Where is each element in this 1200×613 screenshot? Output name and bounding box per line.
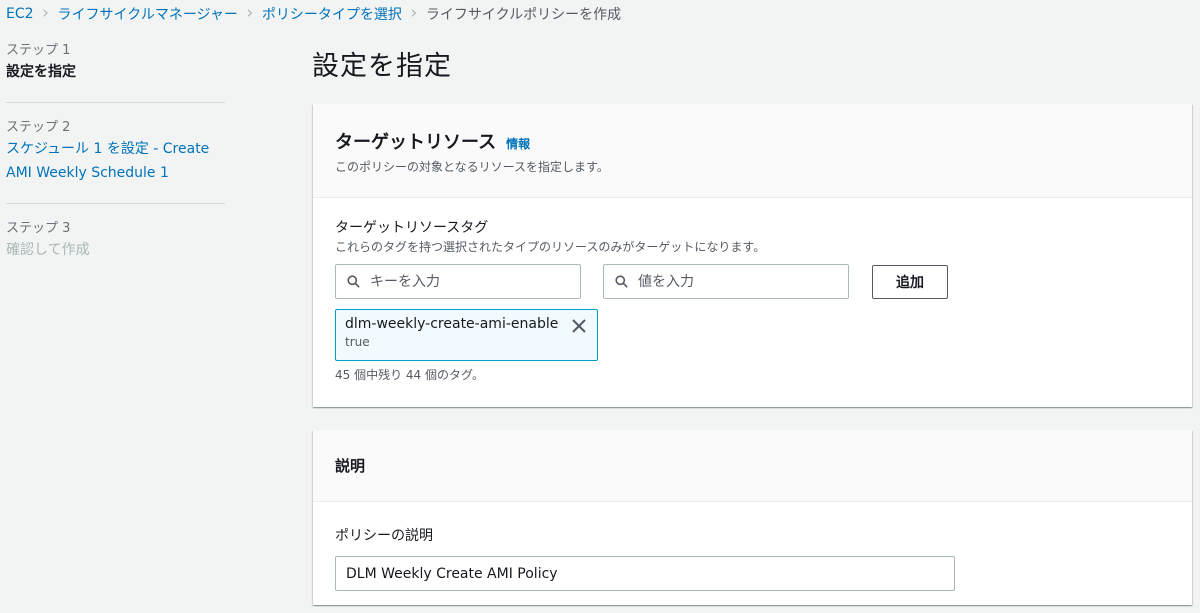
target-resources-panel: ターゲットリソース 情報 このポリシーの対象となるリソースを指定します。 ターゲ…: [313, 104, 1192, 407]
breadcrumb-select-policy-type[interactable]: ポリシータイプを選択: [262, 4, 402, 24]
search-icon: [347, 275, 360, 288]
panel-body: ポリシーの説明: [313, 502, 1192, 591]
panel-title: 説明: [335, 457, 366, 475]
wizard-step-3: ステップ 3 確認して作成: [6, 203, 225, 280]
step-number: ステップ 2: [6, 120, 71, 135]
wizard-step-2: ステップ 2 スケジュール 1 を設定 - Create AMI Weekly …: [6, 102, 225, 203]
chevron-right-icon: ›: [42, 3, 49, 23]
breadcrumb-create-policy: ライフサイクルポリシーを作成: [425, 7, 622, 23]
info-link[interactable]: 情報: [506, 135, 530, 152]
search-icon: [615, 275, 628, 288]
tag-key-search: [335, 264, 581, 299]
step-title: 確認して作成: [6, 242, 90, 258]
field-label: ターゲットリソースタグ: [335, 220, 489, 236]
wizard-step-1: ステップ 1 設定を指定: [6, 42, 225, 102]
breadcrumb-ec2[interactable]: EC2: [6, 6, 34, 22]
panel-header: 説明: [313, 430, 1192, 502]
close-icon[interactable]: [569, 316, 589, 336]
panel-header: ターゲットリソース 情報 このポリシーの対象となるリソースを指定します。: [313, 104, 1192, 198]
step-number: ステップ 3: [6, 221, 71, 236]
field-description: これらのタグを持つ選択されたタイプのリソースのみがターゲットになります。: [335, 240, 766, 254]
add-tag-button[interactable]: 追加: [872, 264, 948, 299]
page-title: 設定を指定: [312, 51, 452, 82]
tag-count-text: 45 個中残り 44 個のタグ。: [335, 368, 485, 382]
field-label: ポリシーの説明: [335, 528, 433, 544]
breadcrumb-lifecycle-manager[interactable]: ライフサイクルマネージャー: [58, 4, 238, 24]
panel-body: ターゲットリソースタグ これらのタグを持つ選択されたタイプのリソースのみがターゲ…: [313, 198, 1192, 383]
tag-key-input[interactable]: [370, 273, 560, 290]
step-title: 設定を指定: [6, 64, 76, 80]
tag-value-search: [603, 264, 849, 299]
panel-description: このポリシーの対象となるリソースを指定します。: [335, 160, 609, 174]
description-panel: 説明 ポリシーの説明: [313, 430, 1192, 605]
step-number: ステップ 1: [6, 43, 71, 58]
breadcrumb: EC2 › ライフサイクルマネージャー › ポリシータイプを選択 › ライフサイ…: [6, 3, 622, 24]
chevron-right-icon: ›: [246, 3, 254, 23]
wizard-steps: ステップ 1 設定を指定 ステップ 2 スケジュール 1 を設定 - Creat…: [6, 42, 225, 280]
chevron-right-icon: ›: [410, 3, 418, 23]
tag-input-row: 追加: [335, 264, 1170, 299]
panel-heading: ターゲットリソース 情報: [335, 128, 1170, 154]
tag-token: dlm-weekly-create-ami-enable true: [335, 309, 598, 361]
tag-token-key: dlm-weekly-create-ami-enable: [345, 316, 559, 332]
step-title-link[interactable]: スケジュール 1 を設定 - Create AMI Weekly Schedul…: [6, 137, 225, 185]
panel-title: ターゲットリソース: [335, 132, 497, 153]
tag-token-value: true: [345, 335, 370, 349]
tag-value-input[interactable]: [638, 273, 828, 290]
policy-description-input[interactable]: [335, 556, 955, 591]
